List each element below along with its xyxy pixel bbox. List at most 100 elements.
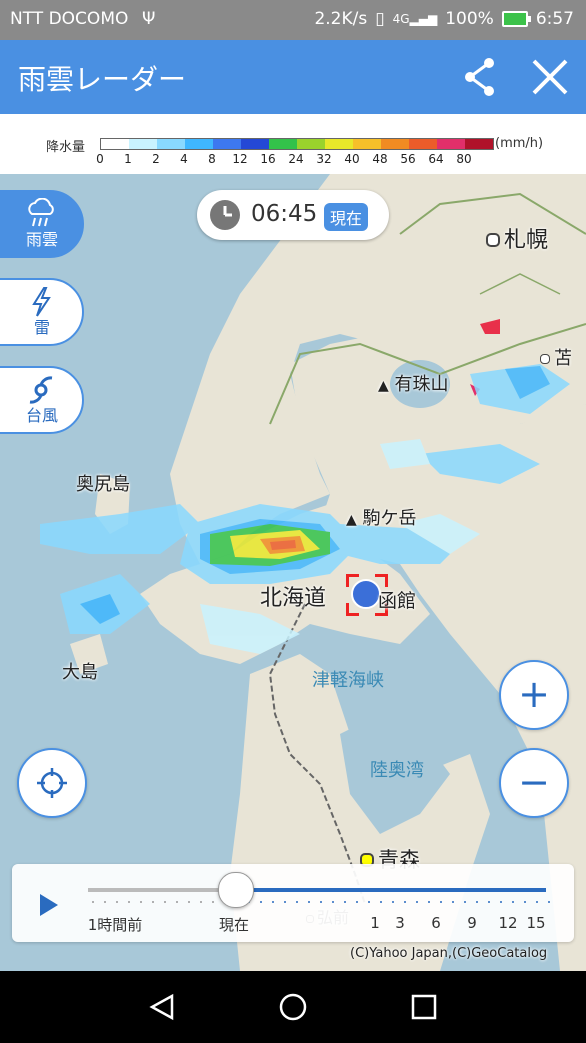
slider-label-1h-ago: 1時間前 (87, 916, 143, 934)
slider-dot (320, 901, 322, 903)
legend-color-swatch (409, 139, 437, 149)
legend-color-swatch (381, 139, 409, 149)
legend-color-swatch (241, 139, 269, 149)
legend-color-swatch (101, 139, 129, 149)
slider-dot (536, 901, 538, 903)
map-label-tsugaru: 津軽海峡 (312, 670, 384, 691)
signal-icon: 4G▂▄▆ (392, 12, 438, 26)
slider-track-past (88, 888, 232, 892)
slider-dot (116, 901, 118, 903)
app-bar: 雨雲レーダー (0, 40, 586, 114)
back-icon[interactable] (148, 993, 176, 1021)
legend-tick-label: 32 (316, 152, 332, 166)
slider-dot (140, 901, 142, 903)
slider-dot (308, 901, 310, 903)
legend-tick-label: 0 (96, 152, 104, 166)
legend-tick-label: 16 (260, 152, 276, 166)
slider-thumb[interactable] (217, 872, 254, 908)
map-label-komagatake: ▲ 駒ケ岳 (346, 508, 417, 529)
slider-dot (104, 901, 106, 903)
legend-color-swatch (269, 139, 297, 149)
slider-label-3: 3 (395, 914, 405, 932)
slider-label-9: 9 (467, 914, 477, 932)
map-label-hokkaido: 北海道 (260, 586, 327, 611)
slider-dot (296, 901, 298, 903)
slider-dot (200, 901, 202, 903)
legend-color-swatch (185, 139, 213, 149)
slider-dot (476, 901, 478, 903)
legend-tick-label: 24 (288, 152, 304, 166)
map-label-usu: ▲ 有珠山 (378, 374, 449, 395)
slider-dot (284, 901, 286, 903)
clock-time: 6:57 (535, 9, 574, 29)
time-slider-panel: 1時間前 現在 1 3 6 9 12 15 (12, 864, 574, 942)
slider-dot (188, 901, 190, 903)
home-icon[interactable] (279, 993, 307, 1021)
play-icon[interactable] (38, 892, 60, 918)
slider-dot (164, 901, 166, 903)
carrier-name: NTT DOCOMO (10, 9, 129, 29)
legend-color-swatch (213, 139, 241, 149)
legend-tick-label: 12 (232, 152, 248, 166)
layer-typhoon-button[interactable]: 台風 (0, 366, 84, 434)
zoom-in-button[interactable]: + (499, 660, 569, 730)
clock-icon (210, 200, 240, 230)
legend-colorbar (100, 138, 494, 150)
legend-color-swatch (353, 139, 381, 149)
zoom-out-button[interactable]: − (499, 748, 569, 818)
vibrate-icon: ▯ (375, 9, 385, 29)
app-title: 雨雲レーダー (18, 63, 187, 96)
map-label-sapporo: 札幌 (486, 222, 548, 254)
zoom-in-icon: + (518, 672, 550, 716)
map-label-oshima: 大島 (62, 662, 98, 683)
battery-icon (501, 11, 531, 27)
slider-dot (332, 901, 334, 903)
radar-time: 06:45 (251, 201, 318, 227)
slider-dot (416, 901, 418, 903)
legend-color-swatch (157, 139, 185, 149)
slider-dot (440, 901, 442, 903)
slider-dot (512, 901, 514, 903)
share-icon[interactable] (462, 55, 498, 99)
slider-dot (488, 901, 490, 903)
legend-color-swatch (129, 139, 157, 149)
slider-dot (368, 901, 370, 903)
now-badge: 現在 (324, 203, 369, 231)
legend-unit: (mm/h) (495, 136, 544, 151)
layer-typhoon-label: 台風 (25, 406, 58, 425)
layer-thunder-button[interactable]: 雷 (0, 278, 84, 346)
slider-dot (344, 901, 346, 903)
crosshair-icon (37, 768, 67, 798)
layer-thunder-label: 雷 (33, 318, 50, 337)
slider-track-future (234, 888, 546, 892)
slider-dot (452, 901, 454, 903)
legend-tick-label: 40 (344, 152, 360, 166)
navigation-bar (0, 971, 586, 1043)
map-label-mutsu: 陸奥湾 (370, 760, 424, 781)
legend-tick-label: 1 (124, 152, 132, 166)
layer-rain-button[interactable]: 雨雲 (0, 190, 84, 258)
legend-color-swatch (325, 139, 353, 149)
my-location-button[interactable] (17, 748, 87, 818)
legend-tick-label: 56 (400, 152, 416, 166)
battery-percent: 100% (445, 9, 494, 29)
legend-color-swatch (465, 139, 493, 149)
slider-dot (152, 901, 154, 903)
slider-dot (524, 901, 526, 903)
slider-label-6: 6 (431, 914, 441, 932)
slider-dot (272, 901, 274, 903)
slider-dot (500, 901, 502, 903)
map-copyright: (C)Yahoo Japan,(C)GeoCatalog (350, 946, 548, 961)
legend-tick-label: 8 (208, 152, 216, 166)
slider-dot (392, 901, 394, 903)
close-icon[interactable] (530, 57, 570, 97)
status-bar: NTT DOCOMO Ψ 2.2K/s ▯ 4G▂▄▆ 100% 6:57 (0, 0, 586, 40)
slider-dot (404, 901, 406, 903)
slider-dot (176, 901, 178, 903)
recents-icon[interactable] (410, 993, 438, 1021)
legend-color-swatch (297, 139, 325, 149)
radar-map[interactable]: 札幌 苫 ▲ 有珠山 奥尻島 ▲ 駒ケ岳 北海道 函館 大島 津軽海峡 陸奥湾 … (0, 174, 586, 971)
slider-dot (356, 901, 358, 903)
map-label-hakodate: 函館 (378, 590, 417, 612)
legend-color-swatch (437, 139, 465, 149)
